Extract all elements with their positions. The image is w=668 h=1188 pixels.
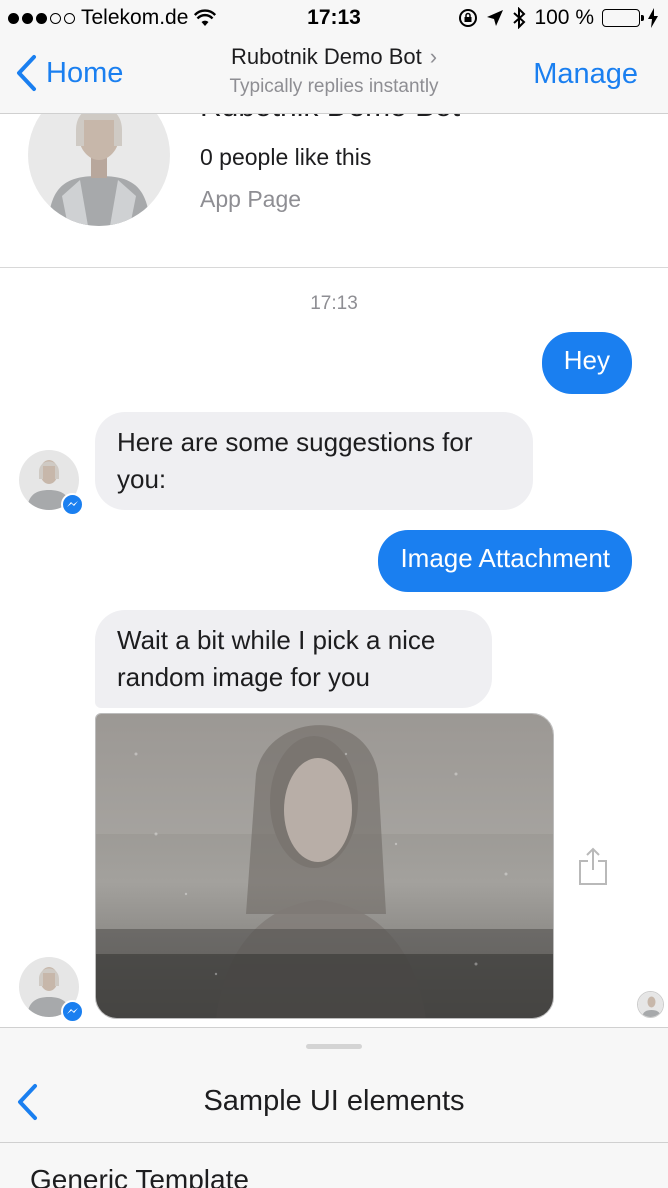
seen-receipt-avatar bbox=[637, 991, 664, 1018]
nav-bar: Home Rubotnik Demo Bot › Typically replie… bbox=[0, 38, 668, 114]
user-message-bubble[interactable]: Image Attachment bbox=[378, 530, 632, 592]
messenger-badge-icon bbox=[61, 1000, 84, 1023]
rotation-lock-icon bbox=[459, 9, 478, 27]
conversation-title: Rubotnik Demo Bot bbox=[230, 44, 422, 69]
conversation-subtitle: Typically replies instantly bbox=[229, 76, 439, 97]
battery-percent: 100 % bbox=[534, 6, 594, 29]
messenger-screen: Telekom.de 17:13 100 % Home Rubotnik Dem… bbox=[0, 0, 668, 1188]
chevron-right-icon: › bbox=[429, 44, 438, 69]
status-right: 100 % bbox=[458, 6, 658, 30]
home-label: Home bbox=[46, 56, 124, 89]
page-avatar[interactable] bbox=[28, 114, 170, 226]
image-attachment[interactable] bbox=[95, 713, 554, 1019]
divider bbox=[0, 1142, 668, 1143]
messenger-badge-icon bbox=[61, 493, 84, 516]
charging-icon bbox=[648, 8, 658, 28]
bluetooth-icon bbox=[513, 7, 526, 29]
bot-message-bubble[interactable]: Wait a bit while I pick a nice random im… bbox=[95, 610, 492, 708]
share-icon[interactable] bbox=[578, 846, 608, 886]
message-timestamp: 17:13 bbox=[310, 293, 358, 314]
bot-message-bubble[interactable]: Here are some suggestions for you: bbox=[95, 412, 533, 510]
chevron-left-icon bbox=[17, 55, 36, 91]
message-text: Wait a bit while I pick a nice random im… bbox=[117, 625, 436, 692]
persistent-menu-panel: Sample UI elements Generic Template bbox=[0, 1027, 668, 1188]
message-text: Image Attachment bbox=[400, 543, 610, 573]
page-name: Rubotnik Demo Bot bbox=[200, 114, 460, 124]
menu-item-generic-template[interactable]: Generic Template bbox=[30, 1164, 249, 1188]
home-back-button[interactable]: Home bbox=[14, 54, 123, 92]
conversation-header[interactable]: Rubotnik Demo Bot › Typically replies ins… bbox=[150, 44, 518, 98]
message-text: Hey bbox=[563, 345, 610, 375]
status-bar: Telekom.de 17:13 100 % bbox=[0, 0, 668, 38]
panel-title: Sample UI elements bbox=[203, 1085, 465, 1117]
page-type: App Page bbox=[200, 186, 302, 212]
location-icon bbox=[487, 10, 504, 26]
message-text: Here are some suggestions for you: bbox=[117, 427, 473, 494]
user-message-bubble[interactable]: Hey bbox=[541, 332, 632, 394]
panel-drag-handle[interactable] bbox=[306, 1044, 362, 1049]
page-likes: 0 people like this bbox=[200, 144, 372, 170]
battery-icon bbox=[602, 9, 644, 27]
manage-button[interactable]: Manage bbox=[533, 58, 638, 91]
conversation-title-row: Rubotnik Demo Bot › bbox=[150, 44, 518, 70]
page-profile-header: Rubotnik Demo Bot 0 people like this App… bbox=[0, 114, 668, 268]
